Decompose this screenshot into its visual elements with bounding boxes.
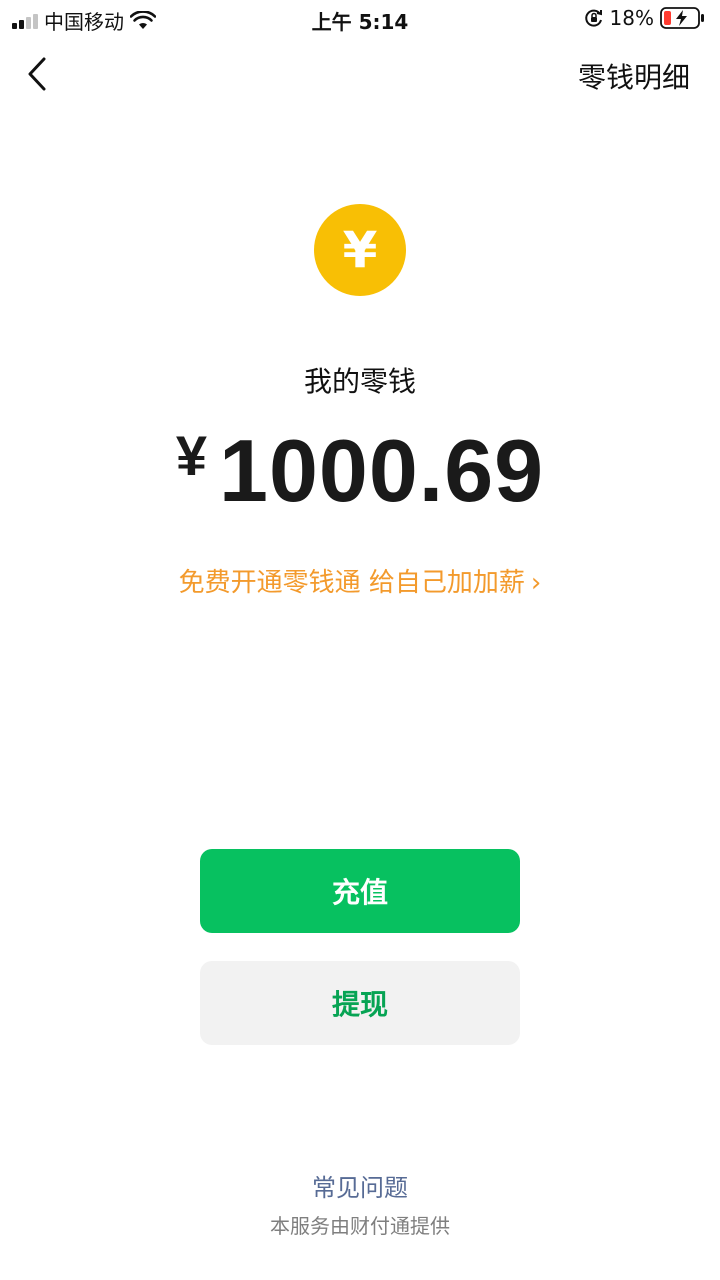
- balance-amount: ¥1000.69: [0, 420, 720, 522]
- chevron-left-icon: [28, 57, 46, 91]
- promo-link[interactable]: 免费开通零钱通 给自己加加薪 ›: [0, 562, 720, 599]
- chevron-right-icon: ›: [530, 568, 542, 598]
- back-button[interactable]: [22, 54, 52, 94]
- coin-glyph: ¥: [342, 221, 378, 279]
- change-details-link[interactable]: 零钱明细: [578, 56, 690, 96]
- yuan-coin-icon: ¥: [314, 204, 406, 296]
- currency-symbol: ¥: [175, 424, 208, 487]
- balance-value: 1000.69: [219, 421, 545, 520]
- orientation-lock-icon: [584, 9, 602, 27]
- battery-percent: 18%: [609, 6, 654, 30]
- faq-link[interactable]: 常见问题: [0, 1168, 720, 1203]
- status-bar: 中国移动 上午 5:14 18%: [0, 0, 720, 36]
- balance-label: 我的零钱: [303, 365, 416, 398]
- status-right: 18%: [584, 6, 706, 30]
- nav-bar: 零钱明细: [0, 40, 720, 110]
- withdraw-button[interactable]: 提现: [200, 961, 520, 1045]
- provider-note: 本服务由财付通提供: [270, 1214, 450, 1238]
- promo-text: 免费开通零钱通 给自己加加薪: [178, 568, 525, 598]
- battery-charging-icon: [660, 7, 704, 29]
- recharge-button[interactable]: 充值: [200, 849, 520, 933]
